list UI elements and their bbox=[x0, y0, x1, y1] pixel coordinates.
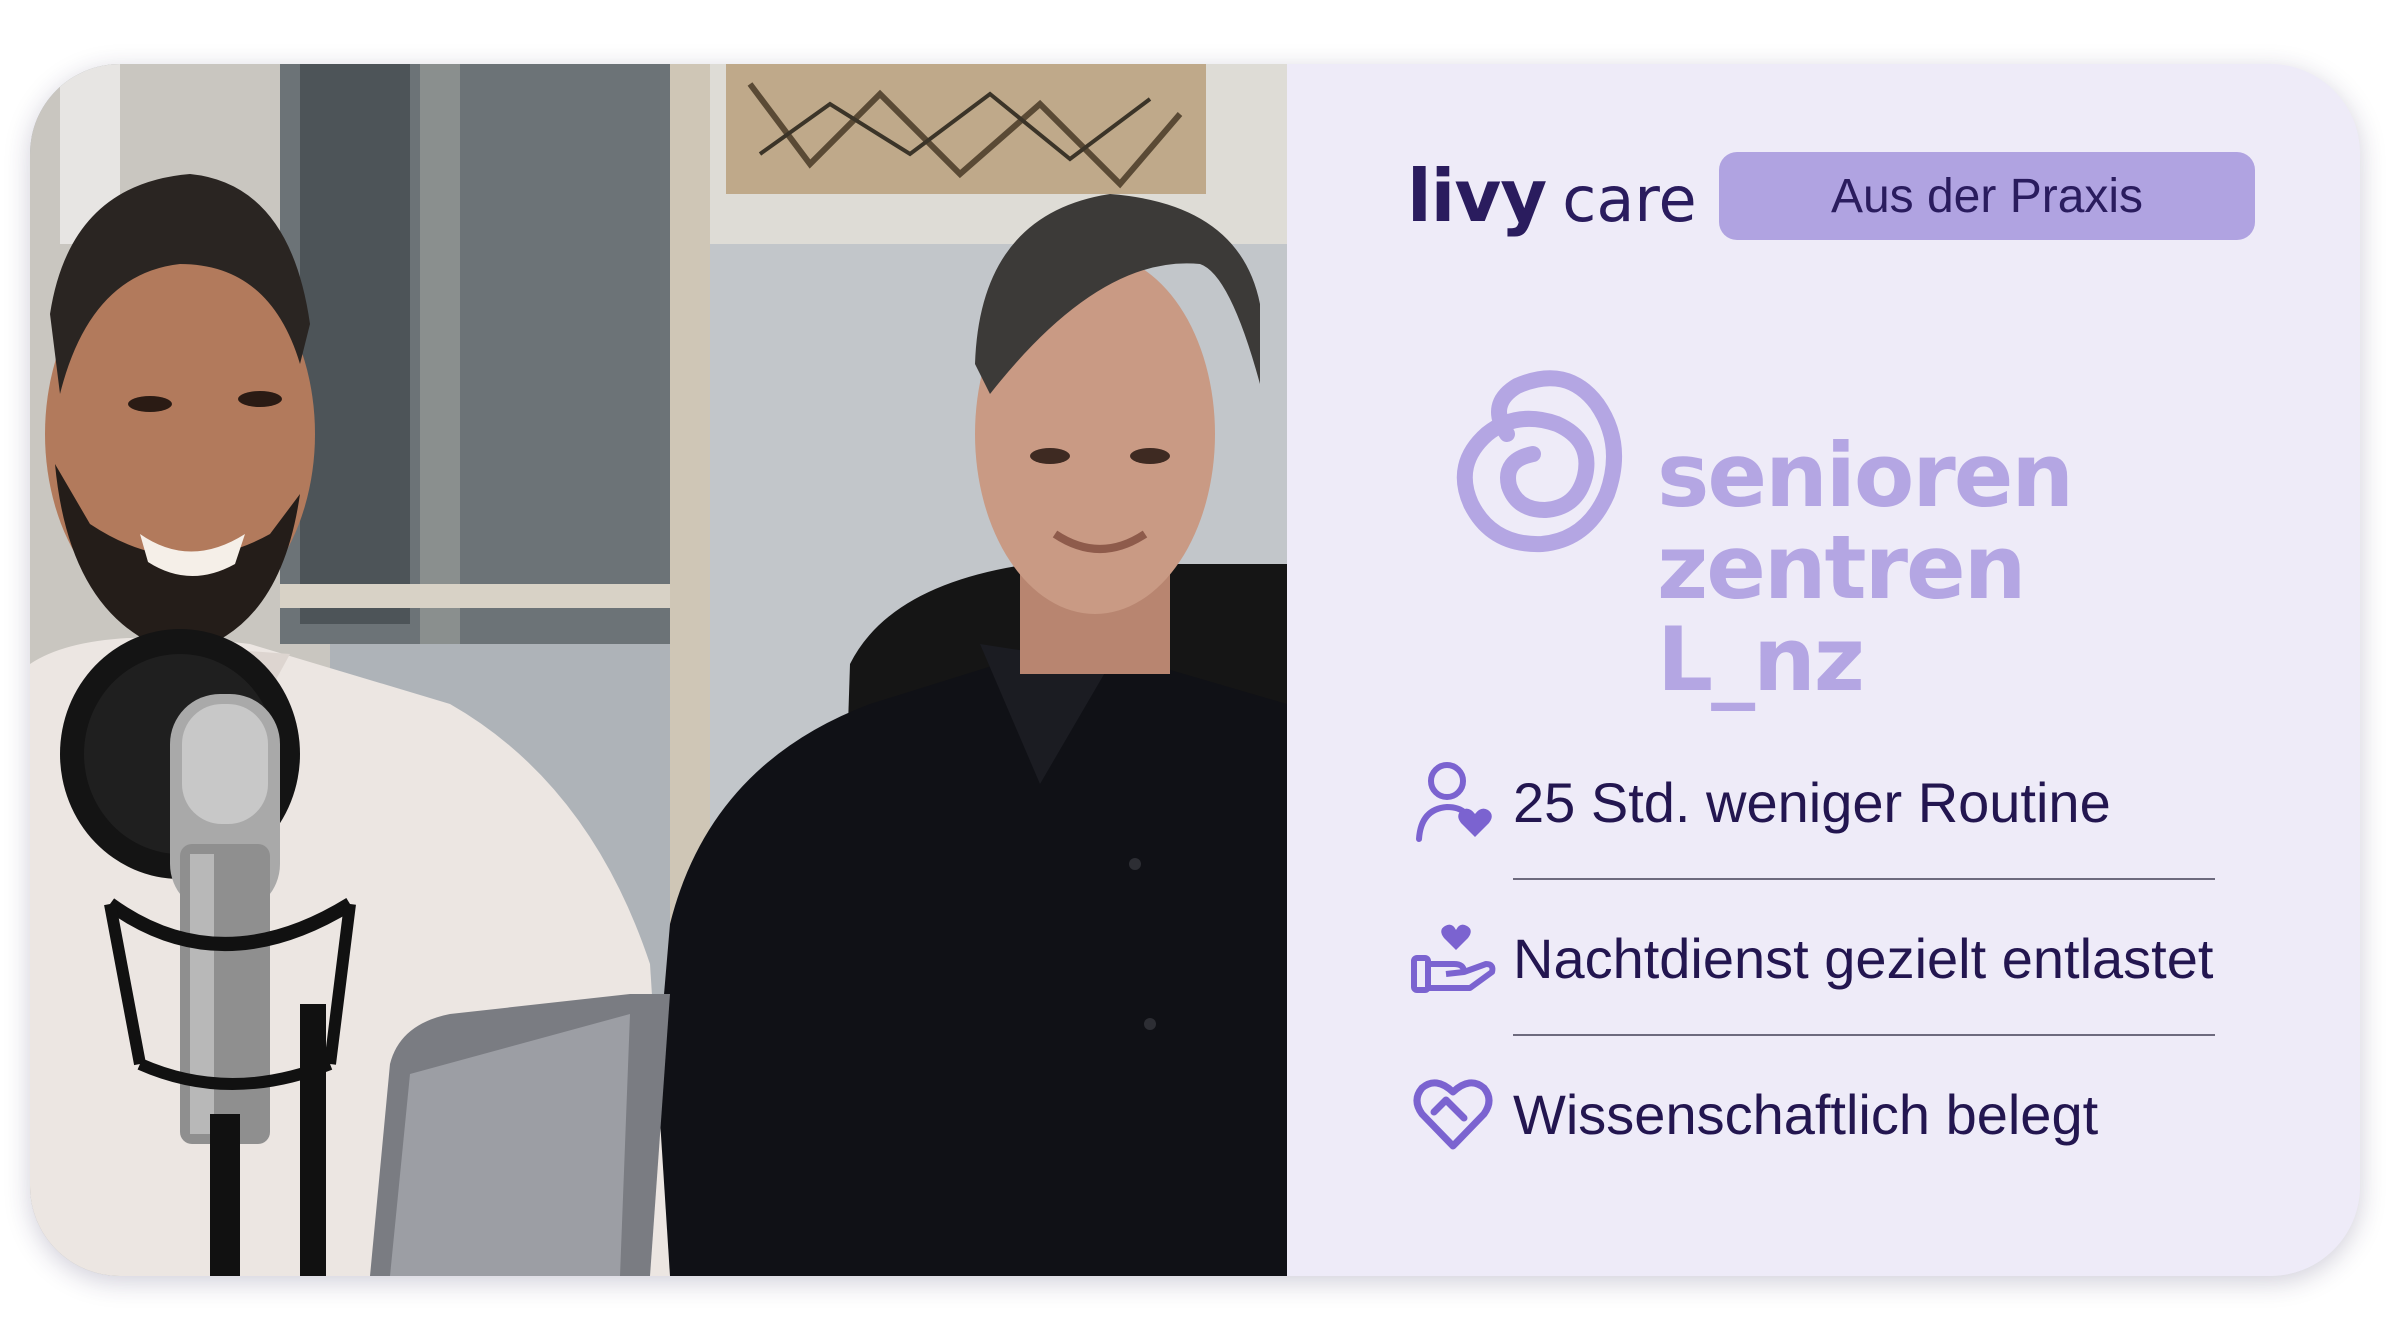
podcast-photo bbox=[30, 64, 1287, 1276]
feature-list: 25 Std. weniger Routine Nachtdienst gezi… bbox=[1407, 724, 2307, 1192]
feature-label: Nachtdienst gezielt entlastet bbox=[1513, 926, 2214, 990]
feature-label: 25 Std. weniger Routine bbox=[1513, 770, 2111, 834]
partner-name: senioren zentren L_nz bbox=[1657, 430, 2227, 706]
feature-item: Nachtdienst gezielt entlastet bbox=[1407, 880, 2307, 1036]
feature-label: Wissenschaftlich belegt bbox=[1513, 1082, 2099, 1146]
partner-mark-icon bbox=[1456, 370, 1623, 553]
livy-care-logo: livy care bbox=[1407, 160, 1697, 260]
partner-logo: senioren zentren L_nz bbox=[1447, 364, 2227, 706]
promo-card: livy care Aus der Praxis senioren zentre… bbox=[30, 64, 2360, 1276]
heart-outline-icon bbox=[1407, 1068, 1499, 1160]
partner-name-line2: zentren L_nz bbox=[1657, 516, 2026, 711]
hand-heart-icon bbox=[1407, 912, 1499, 1004]
brand-name-bold: livy bbox=[1407, 154, 1547, 238]
category-badge: Aus der Praxis bbox=[1719, 152, 2255, 240]
partner-name-line1: senioren bbox=[1657, 424, 2074, 527]
person-heart-icon bbox=[1407, 756, 1499, 848]
feature-item: Wissenschaftlich belegt bbox=[1407, 1036, 2307, 1192]
info-panel: livy care Aus der Praxis senioren zentre… bbox=[1287, 64, 2360, 1276]
brand-name-light: care bbox=[1562, 163, 1697, 236]
feature-item: 25 Std. weniger Routine bbox=[1407, 724, 2307, 880]
